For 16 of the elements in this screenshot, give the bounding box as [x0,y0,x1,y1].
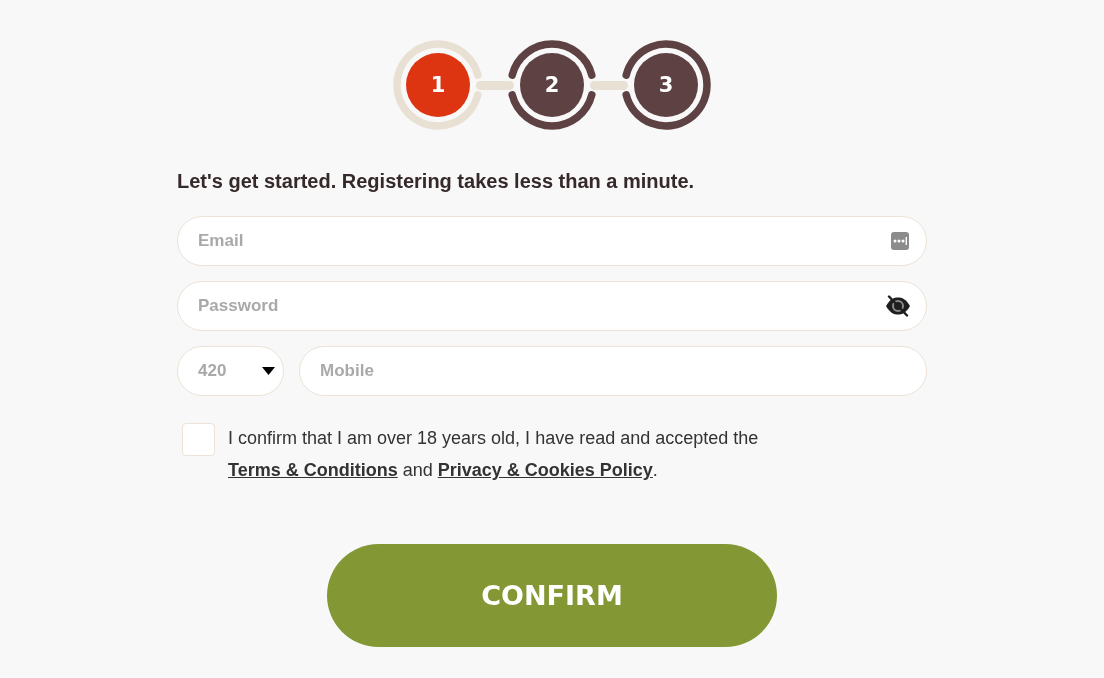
dots-tile-icon[interactable] [891,232,909,250]
mobile-field[interactable]: Mobile [299,346,927,396]
privacy-link[interactable]: Privacy & Cookies Policy [437,460,653,480]
form-heading: Let's get started. Registering takes less than a minute. [177,169,696,193]
checkbox[interactable] [182,423,215,456]
step-indicator: 2 [507,40,597,130]
caret-icon [262,367,275,375]
consent-text: I confirm that I am over 18 years old, I have read and accepted the Terms & Conditions and Privacy & Cookies Policy. [228,427,760,482]
password-field[interactable]: Password [177,281,927,331]
step-indicator: 3 [621,40,711,130]
terms-link[interactable]: Terms & Conditions [228,460,398,480]
step-indicator: 1 [393,40,483,130]
step-connector [590,80,628,90]
email-field[interactable]: Email [177,216,927,266]
step-connector [476,80,514,90]
eye-slash-icon[interactable] [885,295,911,317]
